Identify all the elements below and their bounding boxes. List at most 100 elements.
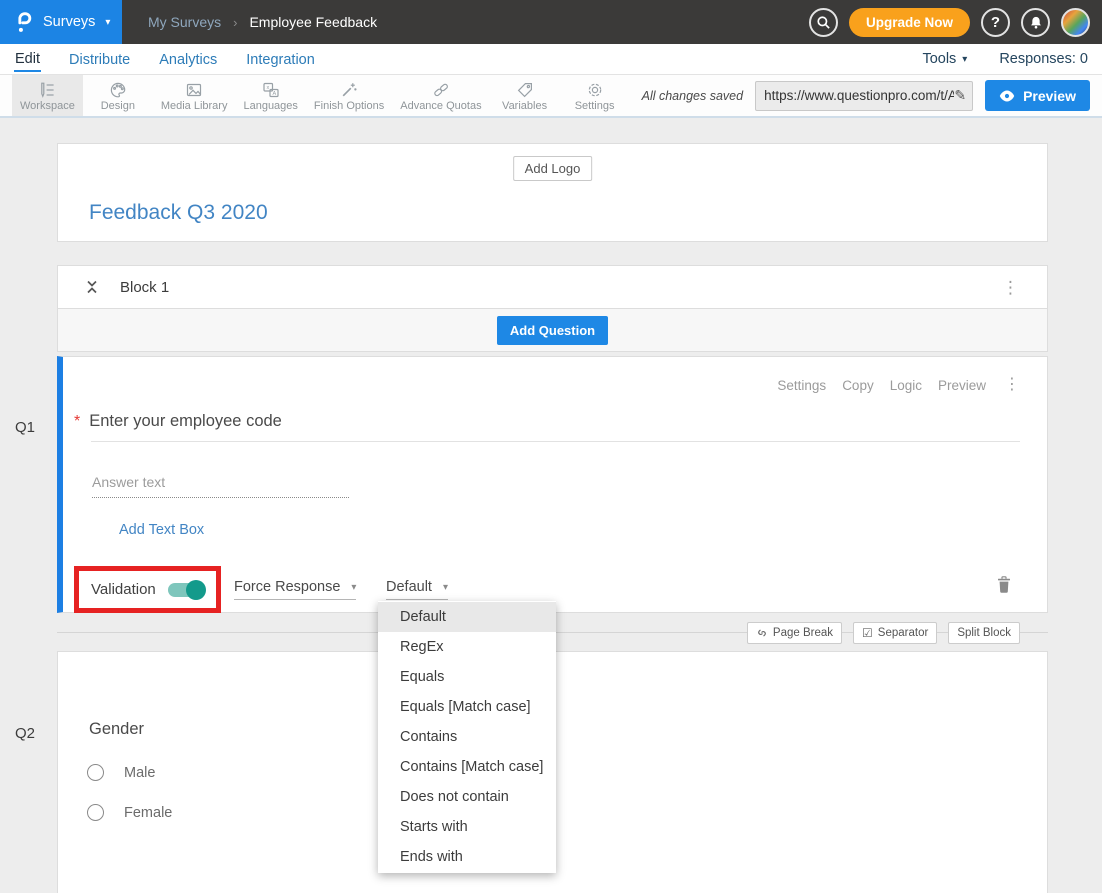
upgrade-button[interactable]: Upgrade Now bbox=[849, 8, 970, 37]
menu-item-does-not-contain[interactable]: Does not contain bbox=[378, 782, 556, 812]
product-switcher[interactable]: Surveys ▾ bbox=[0, 0, 122, 44]
questionpro-logo-icon bbox=[14, 10, 34, 34]
breadcrumb-my-surveys[interactable]: My Surveys bbox=[148, 14, 221, 30]
menu-item-contains-match-case[interactable]: Contains [Match case] bbox=[378, 752, 556, 782]
tab-analytics[interactable]: Analytics bbox=[158, 47, 218, 71]
copy-link[interactable]: Copy bbox=[842, 378, 874, 393]
validation-highlight-annotation: Validation bbox=[74, 566, 221, 613]
menu-item-regex[interactable]: RegEx bbox=[378, 632, 556, 662]
checkbox-icon: ☑ bbox=[862, 626, 873, 640]
radio-option-female-label: Female bbox=[124, 805, 172, 821]
survey-canvas: Q1 Q2 Add Logo Feedback Q3 2020 Block 1 … bbox=[0, 118, 1102, 892]
workspace-icon bbox=[38, 81, 56, 99]
breadcrumb: My Surveys › Employee Feedback bbox=[148, 14, 377, 30]
force-response-value: Force Response bbox=[234, 579, 340, 595]
split-block-button[interactable]: Split Block bbox=[948, 622, 1020, 644]
menu-item-ends-with[interactable]: Ends with bbox=[378, 842, 556, 872]
radio-option-female[interactable]: Female bbox=[87, 804, 172, 821]
logic-link[interactable]: Logic bbox=[890, 378, 922, 393]
toolbar-finish-options[interactable]: Finish Options bbox=[306, 75, 392, 116]
questionpro-survey-editor: Surveys ▾ My Surveys › Employee Feedback… bbox=[0, 0, 1102, 893]
add-text-box-link[interactable]: Add Text Box bbox=[119, 522, 204, 538]
settings-link[interactable]: Settings bbox=[777, 378, 826, 393]
q1-card: Settings Copy Logic Preview ⋮ * Enter yo… bbox=[57, 356, 1048, 613]
q2-question-text[interactable]: Gender bbox=[89, 720, 144, 739]
split-block-label: Split Block bbox=[957, 627, 1011, 639]
bell-icon bbox=[1029, 15, 1043, 30]
preview-link[interactable]: Preview bbox=[938, 378, 986, 393]
top-header: Surveys ▾ My Surveys › Employee Feedback… bbox=[0, 0, 1102, 44]
toolbar-workspace[interactable]: Workspace bbox=[12, 75, 83, 116]
svg-text:x: x bbox=[266, 85, 269, 91]
q1-question-text[interactable]: Enter your employee code bbox=[89, 412, 282, 431]
preview-button[interactable]: Preview bbox=[985, 80, 1090, 111]
separator-button[interactable]: ☑ Separator bbox=[853, 622, 937, 644]
menu-item-equals-match-case[interactable]: Equals [Match case] bbox=[378, 692, 556, 722]
toolbar-variables[interactable]: Variables bbox=[490, 75, 560, 116]
tools-dropdown[interactable]: Tools ▾ bbox=[922, 51, 967, 67]
page-break-button[interactable]: Page Break bbox=[747, 622, 842, 644]
image-icon bbox=[185, 81, 203, 99]
top-actions: Upgrade Now ? bbox=[809, 8, 1102, 37]
save-status: All changes saved bbox=[642, 89, 743, 103]
validation-type-value: Default bbox=[386, 579, 432, 595]
toolbar-media-library[interactable]: Media Library bbox=[153, 75, 236, 116]
validation-type-menu: Default RegEx Equals Equals [Match case]… bbox=[378, 601, 556, 873]
translate-icon: xA bbox=[262, 81, 280, 99]
toolbar-advance-quotas-label: Advance Quotas bbox=[400, 100, 481, 112]
survey-url-box: ✎ bbox=[755, 81, 973, 111]
tab-integration[interactable]: Integration bbox=[245, 47, 316, 71]
menu-item-starts-with[interactable]: Starts with bbox=[378, 812, 556, 842]
block-title[interactable]: Block 1 bbox=[120, 279, 169, 296]
radio-option-male-label: Male bbox=[124, 765, 155, 781]
svg-text:A: A bbox=[272, 91, 276, 97]
toolbar-languages[interactable]: xA Languages bbox=[235, 75, 305, 116]
help-button[interactable]: ? bbox=[981, 8, 1010, 37]
toolbar-advance-quotas[interactable]: Advance Quotas bbox=[392, 75, 489, 116]
block-menu-icon[interactable]: ⋮ bbox=[1002, 279, 1019, 296]
radio-icon[interactable] bbox=[87, 804, 104, 821]
q1-label: Q1 bbox=[15, 419, 35, 436]
search-button[interactable] bbox=[809, 8, 838, 37]
toolbar-workspace-label: Workspace bbox=[20, 100, 75, 112]
edit-url-icon[interactable]: ✎ bbox=[954, 87, 966, 104]
notifications-button[interactable] bbox=[1021, 8, 1050, 37]
force-response-dropdown[interactable]: Force Response ▾ bbox=[234, 579, 356, 600]
gear-icon bbox=[586, 81, 604, 99]
validation-toggle[interactable] bbox=[168, 583, 204, 597]
add-question-row: Add Question bbox=[57, 309, 1048, 352]
survey-title[interactable]: Feedback Q3 2020 bbox=[89, 201, 268, 225]
add-logo-button[interactable]: Add Logo bbox=[513, 156, 593, 181]
answer-text-field[interactable]: Answer text bbox=[92, 474, 349, 498]
tab-distribute[interactable]: Distribute bbox=[68, 47, 131, 71]
add-question-button[interactable]: Add Question bbox=[497, 316, 608, 345]
survey-url-input[interactable] bbox=[764, 88, 954, 103]
q1-question-row: * Enter your employee code bbox=[74, 412, 282, 431]
tools-label: Tools bbox=[922, 51, 956, 67]
search-icon bbox=[816, 15, 831, 30]
menu-item-default[interactable]: Default bbox=[378, 602, 556, 632]
delete-question-icon[interactable] bbox=[997, 576, 1011, 598]
product-name: Surveys bbox=[43, 14, 95, 30]
toolbar-design-label: Design bbox=[101, 100, 135, 112]
menu-item-equals[interactable]: Equals bbox=[378, 662, 556, 692]
radio-icon[interactable] bbox=[87, 764, 104, 781]
responses-count[interactable]: Responses: 0 bbox=[999, 51, 1088, 67]
validation-type-dropdown[interactable]: Default ▾ bbox=[386, 579, 448, 600]
toolbar-right: All changes saved ✎ Preview bbox=[642, 75, 1102, 116]
block-header: Block 1 ⋮ bbox=[57, 265, 1048, 309]
toggle-knob bbox=[186, 580, 206, 600]
question-menu-icon[interactable]: ⋮ bbox=[1004, 377, 1020, 393]
required-asterisk: * bbox=[74, 413, 80, 431]
palette-icon bbox=[109, 81, 127, 99]
toolbar-media-library-label: Media Library bbox=[161, 100, 228, 112]
collapse-block-icon[interactable] bbox=[85, 279, 99, 295]
menu-item-contains[interactable]: Contains bbox=[378, 722, 556, 752]
tab-edit[interactable]: Edit bbox=[14, 46, 41, 72]
toolbar-settings[interactable]: Settings bbox=[560, 75, 630, 116]
survey-title-card: Add Logo Feedback Q3 2020 bbox=[57, 143, 1048, 242]
radio-option-male[interactable]: Male bbox=[87, 764, 155, 781]
toolbar-design[interactable]: Design bbox=[83, 75, 153, 116]
toolbar-languages-label: Languages bbox=[243, 100, 297, 112]
avatar[interactable] bbox=[1061, 8, 1090, 37]
